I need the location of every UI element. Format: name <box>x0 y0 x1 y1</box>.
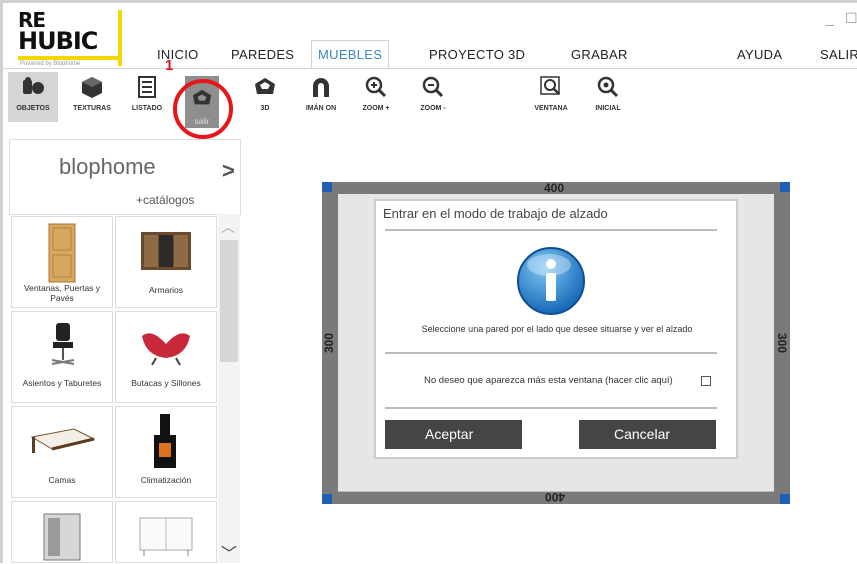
chevron-down-icon[interactable]: ﹀ <box>221 540 237 564</box>
catalog-next-button[interactable]: > <box>218 139 241 215</box>
listado-button[interactable]: LISTADO <box>122 72 172 122</box>
more-catalogs-link[interactable]: +catálogos <box>136 193 194 207</box>
nav-grabar[interactable]: GRABAR <box>571 47 628 62</box>
iman-button[interactable]: IMÁN ON <box>296 72 346 122</box>
zoom-window-icon <box>540 76 560 95</box>
app-logo: RE HUBIC Powered by Blophome <box>14 8 122 67</box>
armchair-icon <box>142 333 190 366</box>
dimension-top: 400 <box>544 181 565 195</box>
objetos-icon <box>23 77 44 94</box>
ventana-label: VENTANA <box>534 105 568 112</box>
minimize-button[interactable]: _ <box>826 10 834 26</box>
wardrobe-icon <box>141 232 191 270</box>
vista-3d-label: 3D <box>260 105 270 112</box>
nav-paredes[interactable]: PAREDES <box>231 47 294 62</box>
category-muebles-auxiliares[interactable] <box>115 501 217 563</box>
category-armarios[interactable]: Armarios <box>115 216 217 308</box>
category-camas[interactable]: Camas <box>11 406 113 498</box>
logo-yellow-underline <box>18 56 122 60</box>
nav-muebles[interactable]: MUEBLES <box>318 47 382 62</box>
category-label: Climatización <box>140 475 192 485</box>
corner-handle[interactable] <box>780 182 790 192</box>
zoom-in-button[interactable]: ZOOM + <box>351 72 401 122</box>
nav-divider <box>0 68 857 69</box>
window-left-border <box>0 0 3 563</box>
stove-icon <box>154 414 176 468</box>
category-label: Armarios <box>148 285 183 295</box>
zoom-out-label: ZOOM - <box>420 105 446 112</box>
category-label: Butacas y Sillones <box>131 378 201 388</box>
category-label: Ventanas, Puertas y Pavés <box>23 283 101 303</box>
dialog-divider <box>385 229 717 231</box>
scrollbar-thumb[interactable] <box>220 240 238 362</box>
dimension-left: 300 <box>322 332 337 354</box>
inicial-label: INICIAL <box>595 105 621 112</box>
catalog-brand: blophome <box>59 154 156 179</box>
chevron-up-icon[interactable]: ︿ <box>221 217 235 237</box>
dimension-bottom: 400 <box>545 490 566 504</box>
info-icon <box>517 247 585 315</box>
listado-label: LISTADO <box>131 105 163 112</box>
nav-proyecto-3d[interactable]: PROYECTO 3D <box>429 47 525 62</box>
door-icon <box>48 223 76 283</box>
dialog-message: Seleccione una pared por el lado que des… <box>421 324 693 334</box>
logo-line2: HUBIC <box>18 27 98 55</box>
cancel-button[interactable]: Cancelar <box>579 420 716 449</box>
nav-inicio[interactable]: INICIO <box>157 47 199 62</box>
dialog-title: Entrar en el modo de trabajo de alzado <box>383 206 608 221</box>
dont-show-label[interactable]: No deseo que aparezca más esta ventana (… <box>424 375 673 386</box>
category-climatizacion[interactable]: Climatización <box>115 406 217 498</box>
ventana-button[interactable]: VENTANA <box>526 72 576 122</box>
dialog-divider <box>385 352 717 354</box>
category-cocinas[interactable] <box>11 501 113 563</box>
list-icon <box>138 76 156 98</box>
corner-handle[interactable] <box>322 494 332 504</box>
objetos-button[interactable]: OBJETOS <box>8 72 58 122</box>
zoom-in-label: ZOOM + <box>362 105 390 112</box>
highlight-circle <box>173 79 233 139</box>
magnet-icon <box>313 78 329 97</box>
bed-icon <box>30 428 96 453</box>
accept-button[interactable]: Aceptar <box>385 420 522 449</box>
zoom-in-icon <box>365 76 387 98</box>
zoom-reset-icon <box>597 76 619 98</box>
window-top-border <box>0 0 857 3</box>
sideboard-icon <box>139 517 193 556</box>
texturas-label: TEXTURAS <box>73 105 111 112</box>
category-asientos[interactable]: Asientos y Taburetes <box>11 311 113 403</box>
corner-handle[interactable] <box>322 182 332 192</box>
dimension-right: 300 <box>775 332 790 354</box>
logo-tagline: Powered by Blophome <box>20 61 81 67</box>
texturas-button[interactable]: TEXTURAS <box>67 72 117 122</box>
corner-handle[interactable] <box>780 494 790 504</box>
maximize-button[interactable]: ☐ <box>845 10 857 27</box>
iman-label: IMÁN ON <box>305 105 337 112</box>
dont-show-checkbox[interactable] <box>701 376 711 386</box>
category-ventanas[interactable]: Ventanas, Puertas y Pavés <box>11 216 113 308</box>
cube-icon <box>82 77 102 98</box>
inicial-button[interactable]: INICIAL <box>583 72 633 122</box>
category-label: Asientos y Taburetes <box>22 378 102 388</box>
cabinet-icon <box>43 513 81 561</box>
nav-salir[interactable]: SALIR <box>820 47 857 62</box>
category-butacas[interactable]: Butacas y Sillones <box>115 311 217 403</box>
chevron-right-icon: > <box>222 158 235 183</box>
3d-room-icon <box>255 78 275 94</box>
zoom-out-icon <box>422 76 444 98</box>
zoom-out-button[interactable]: ZOOM - <box>408 72 458 122</box>
objetos-label: OBJETOS <box>16 105 50 112</box>
nav-ayuda[interactable]: AYUDA <box>737 47 782 62</box>
category-label: Camas <box>48 475 76 485</box>
office-chair-icon <box>51 323 75 365</box>
dialog-divider <box>385 407 717 409</box>
vista-3d-button[interactable]: 3D <box>240 72 290 122</box>
